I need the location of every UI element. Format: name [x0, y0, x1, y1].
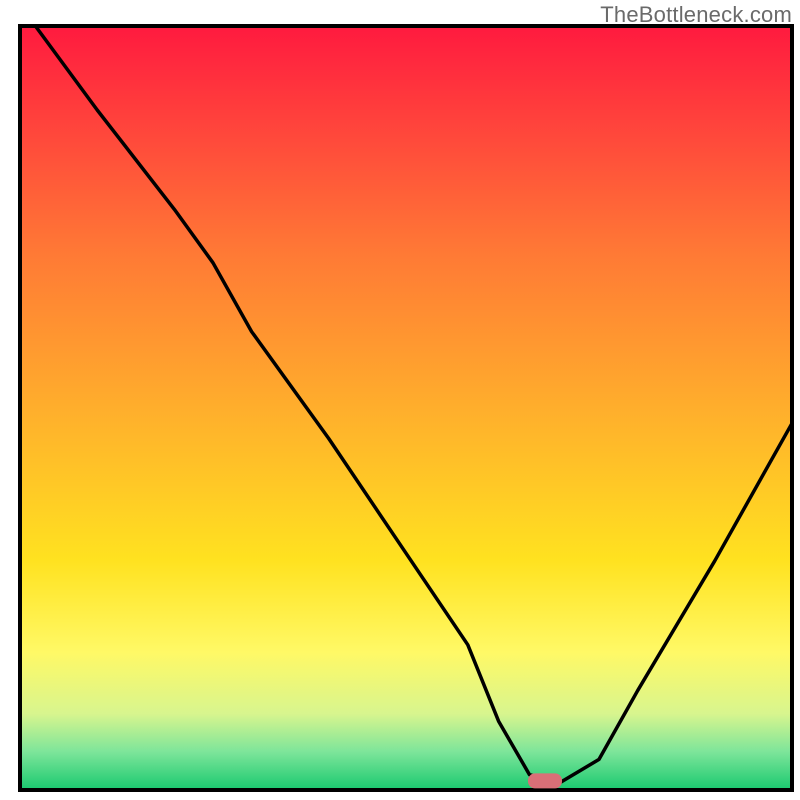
gradient-background [20, 26, 792, 790]
watermark-label: TheBottleneck.com [600, 2, 792, 28]
optimal-marker [528, 773, 562, 788]
bottleneck-chart: TheBottleneck.com [0, 0, 800, 800]
chart-svg [0, 0, 800, 800]
